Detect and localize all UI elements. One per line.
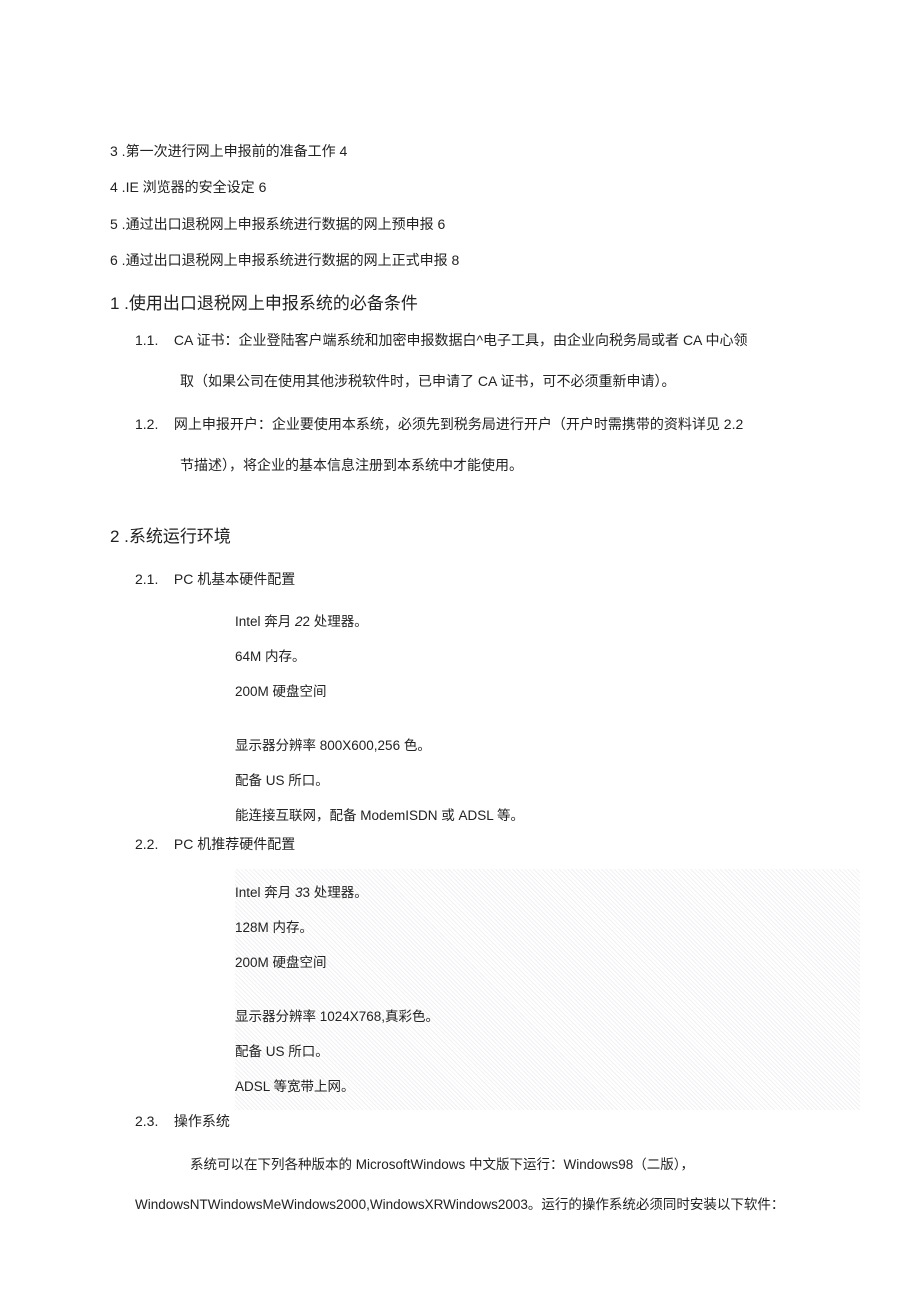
- rec-hw-disk: 200M 硬盘空间: [235, 945, 860, 980]
- section-2-heading: 2 .系统运行环境: [110, 523, 820, 550]
- basic-hw-list: Intel 奔月 22 处理器。 64M 内存。 200M 硬盘空间 显示器分辨…: [235, 604, 820, 833]
- section-2-3: 2.3. 操作系统: [135, 1110, 820, 1132]
- section-1-1-cont: 取（如果公司在使用其他涉税软件时，已申请了 CA 证书，可不必须重新申请）。: [180, 365, 820, 399]
- toc-item-4: 4 .IE 浏览器的安全设定 6: [110, 176, 820, 198]
- rec-cpu-pre: Intel 奔月: [235, 885, 295, 900]
- section-1-1: 1.1. CA 证书：企业登陆客户端系统和加密申报数据白^电子工具，由企业向税务…: [135, 329, 820, 351]
- cpu-num: 2: [295, 614, 303, 629]
- toc-item-6: 6 .通过出口退税网上申报系统进行数据的网上正式申报 8: [110, 249, 820, 271]
- toc-item-3: 3 .第一次进行网上申报前的准备工作 4: [110, 140, 820, 162]
- section-1-heading: 1 .使用出口退税网上申报系统的必备条件: [110, 290, 820, 317]
- basic-hw-disk: 200M 硬盘空间: [235, 674, 820, 709]
- section-2-1: 2.1. PC 机基本硬件配置: [135, 568, 820, 590]
- rec-hw-port: 配备 US 所口。: [235, 1034, 860, 1069]
- basic-hw-cpu: Intel 奔月 22 处理器。: [235, 604, 820, 639]
- section-1-1-text: CA 证书：企业登陆客户端系统和加密申报数据白^电子工具，由企业向税务局或者 C…: [174, 332, 748, 348]
- toc-item-5: 5 .通过出口退税网上申报系统进行数据的网上预申报 6: [110, 213, 820, 235]
- basic-hw-port: 配备 US 所口。: [235, 763, 820, 798]
- section-2-1-title: PC 机基本硬件配置: [174, 571, 295, 587]
- basic-hw-net: 能连接互联网，配备 ModemISDN 或 ADSL 等。: [235, 798, 820, 833]
- section-1-1-label: 1.1.: [135, 332, 158, 348]
- section-1-2-label: 1.2.: [135, 416, 158, 432]
- section-1-2-cont: 节描述），将企业的基本信息注册到本系统中才能使用。: [180, 449, 820, 483]
- os-text-1: 系统可以在下列各种版本的 MicrosoftWindows 中文版下运行：Win…: [190, 1152, 820, 1178]
- rec-hw-display: 显示器分辨率 1024X768,真彩色。: [235, 999, 860, 1034]
- section-2-2-label: 2.2.: [135, 836, 158, 852]
- section-1-2: 1.2. 网上申报开户：企业要使用本系统，必须先到税务局进行开户（开户时需携带的…: [135, 413, 820, 435]
- section-2-2-title: PC 机推荐硬件配置: [174, 836, 295, 852]
- section-2-2: 2.2. PC 机推荐硬件配置: [135, 833, 820, 855]
- rec-cpu-post: 3 处理器。: [303, 885, 368, 900]
- section-1-2-text: 网上申报开户：企业要使用本系统，必须先到税务局进行开户（开户时需携带的资料详见 …: [174, 416, 743, 432]
- section-2-3-label: 2.3.: [135, 1113, 158, 1129]
- basic-hw-ram: 64M 内存。: [235, 639, 820, 674]
- section-2-1-label: 2.1.: [135, 571, 158, 587]
- basic-hw-display: 显示器分辨率 800X600,256 色。: [235, 728, 820, 763]
- rec-hw-ram: 128M 内存。: [235, 910, 860, 945]
- cpu-post: 2 处理器。: [303, 614, 368, 629]
- rec-hw-net: ADSL 等宽带上网。: [235, 1069, 860, 1104]
- os-text-2: WindowsNTWindowsMeWindows2000,WindowsXRW…: [135, 1192, 820, 1218]
- recommended-hw-list: Intel 奔月 33 处理器。 128M 内存。 200M 硬盘空间 显示器分…: [235, 869, 860, 1110]
- cpu-pre: Intel 奔月: [235, 614, 295, 629]
- section-2-3-title: 操作系统: [174, 1113, 230, 1129]
- rec-hw-cpu: Intel 奔月 33 处理器。: [235, 875, 860, 910]
- rec-cpu-num: 3: [295, 885, 303, 900]
